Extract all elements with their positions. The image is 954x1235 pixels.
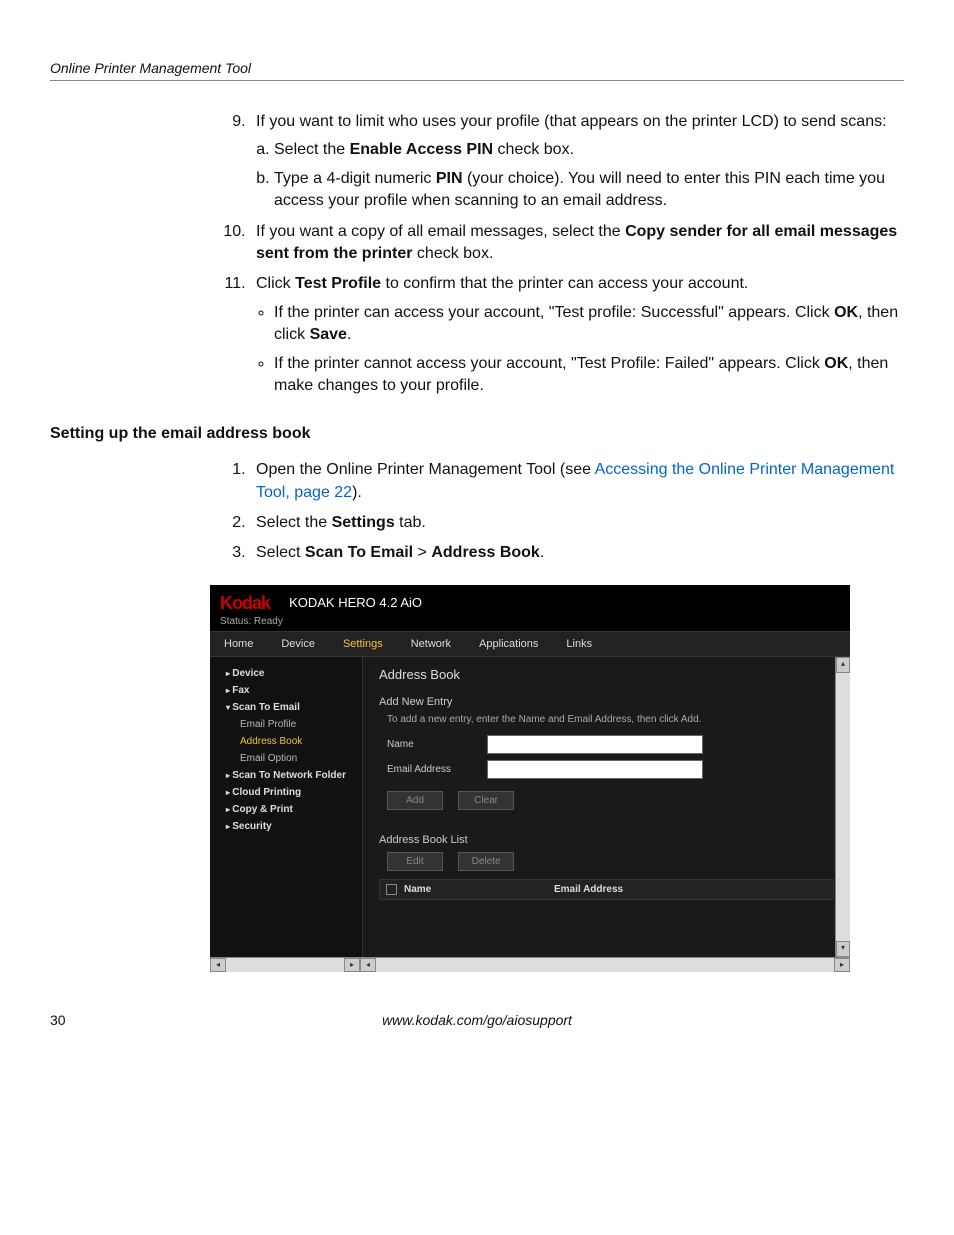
add-entry-hint: To add a new entry, enter the Name and E…	[379, 714, 834, 725]
sidebar-item-scan-to-email[interactable]: Scan To Email	[216, 699, 356, 716]
t: Address Book	[431, 544, 539, 561]
t: ).	[352, 484, 362, 501]
instruction-list-1: If you want to limit who uses your profi…	[250, 111, 904, 397]
step-9b: Type a 4-digit numeric PIN (your choice)…	[274, 168, 904, 213]
screenshot-printer-tool: Kodak KODAK HERO 4.2 AiO Status: Ready H…	[210, 585, 850, 972]
t: check box.	[412, 245, 493, 262]
t: Enable Access PIN	[350, 141, 493, 158]
col-email: Email Address	[554, 884, 827, 895]
edit-button[interactable]: Edit	[387, 852, 443, 871]
t: If the printer can access your account, …	[274, 304, 834, 321]
sidebar-item-device[interactable]: Device	[216, 665, 356, 682]
t: check box.	[493, 141, 574, 158]
t: Click	[256, 275, 295, 292]
t: Test Profile	[295, 275, 381, 292]
t: OK	[834, 304, 858, 321]
page-number: 30	[50, 1012, 90, 1028]
model-name: KODAK HERO 4.2 AiO	[289, 595, 422, 610]
sidebar-item-security[interactable]: Security	[216, 818, 356, 835]
t: >	[413, 544, 431, 561]
scroll-left-icon[interactable]: ◂	[210, 958, 226, 972]
col-name: Name	[404, 884, 554, 895]
tab-home[interactable]: Home	[210, 632, 267, 656]
name-input[interactable]	[487, 735, 703, 754]
status-text: Status: Ready	[220, 616, 840, 627]
t: Select	[256, 544, 305, 561]
scroll-down-icon[interactable]: ▾	[836, 941, 850, 957]
t: tab.	[395, 514, 426, 531]
content-pane: Address Book Add New Entry To add a new …	[362, 657, 850, 957]
email-input[interactable]	[487, 760, 703, 779]
step-10: If you want a copy of all email messages…	[250, 221, 904, 266]
t: Scan To Email	[305, 544, 413, 561]
section-heading-address-book: Setting up the email address book	[50, 425, 904, 443]
ab-step-1: Open the Online Printer Management Tool …	[250, 459, 904, 504]
t: If you want a copy of all email messages…	[256, 223, 625, 240]
vertical-scrollbar[interactable]: ▴ ▾	[835, 657, 850, 957]
t: PIN	[436, 170, 463, 187]
page-footer: 30 www.kodak.com/go/aiosupport	[50, 1012, 904, 1028]
scroll-right-icon[interactable]: ▸	[834, 958, 850, 972]
step-11-bullet-1: If the printer can access your account, …	[274, 302, 904, 347]
add-button[interactable]: Add	[387, 791, 443, 810]
brand-logo: Kodak	[220, 593, 270, 614]
t: Type a 4-digit numeric	[274, 170, 436, 187]
table-header: Name Email Address	[379, 879, 834, 900]
delete-button[interactable]: Delete	[458, 852, 514, 871]
t: Select the	[256, 514, 332, 531]
name-label: Name	[387, 739, 487, 750]
t: to confirm that the printer can access y…	[381, 275, 748, 292]
t: OK	[824, 355, 848, 372]
list-heading: Address Book List	[379, 834, 834, 846]
tab-links[interactable]: Links	[552, 632, 606, 656]
step-9a: Select the Enable Access PIN check box.	[274, 139, 904, 161]
sidebar-item-cloud-printing[interactable]: Cloud Printing	[216, 784, 356, 801]
t: Open the Online Printer Management Tool …	[256, 461, 595, 478]
footer-url: www.kodak.com/go/aiosupport	[90, 1012, 864, 1028]
t: Settings	[332, 514, 395, 531]
sidebar-item-email-option[interactable]: Email Option	[216, 750, 356, 767]
tab-applications[interactable]: Applications	[465, 632, 552, 656]
sidebar-item-copy-print[interactable]: Copy & Print	[216, 801, 356, 818]
clear-button[interactable]: Clear	[458, 791, 514, 810]
t: .	[347, 326, 351, 343]
scroll-left-icon[interactable]: ◂	[360, 958, 376, 972]
select-all-checkbox[interactable]	[386, 884, 397, 895]
tab-network[interactable]: Network	[397, 632, 465, 656]
t: If the printer cannot access your accoun…	[274, 355, 824, 372]
add-entry-heading: Add New Entry	[379, 696, 834, 708]
sidebar-item-email-profile[interactable]: Email Profile	[216, 716, 356, 733]
sidebar-item-fax[interactable]: Fax	[216, 682, 356, 699]
scroll-up-icon[interactable]: ▴	[836, 657, 850, 673]
step-9: If you want to limit who uses your profi…	[250, 111, 904, 213]
scroll-right-icon[interactable]: ▸	[344, 958, 360, 972]
horizontal-scrollbar-right[interactable]: ◂ ▸	[360, 957, 850, 972]
tab-settings[interactable]: Settings	[329, 632, 397, 656]
tab-device[interactable]: Device	[267, 632, 329, 656]
sidebar-item-address-book[interactable]: Address Book	[216, 733, 356, 750]
pane-title: Address Book	[379, 667, 834, 682]
tab-bar: Home Device Settings Network Application…	[210, 631, 850, 657]
email-label: Email Address	[387, 764, 487, 775]
t: Save	[310, 326, 347, 343]
ab-step-2: Select the Settings tab.	[250, 512, 904, 534]
ab-step-3: Select Scan To Email > Address Book.	[250, 542, 904, 564]
sidebar-item-scan-network[interactable]: Scan To Network Folder	[216, 767, 356, 784]
step-9-text: If you want to limit who uses your profi…	[256, 113, 887, 130]
instruction-list-2: Open the Online Printer Management Tool …	[250, 459, 904, 565]
step-11-bullet-2: If the printer cannot access your accoun…	[274, 353, 904, 398]
horizontal-scrollbar-left[interactable]: ◂ ▸	[210, 957, 360, 972]
t: .	[540, 544, 544, 561]
page-header: Online Printer Management Tool	[50, 60, 904, 81]
step-11: Click Test Profile to confirm that the p…	[250, 273, 904, 397]
t: Select the	[274, 141, 350, 158]
sidebar: Device Fax Scan To Email Email Profile A…	[210, 657, 362, 957]
